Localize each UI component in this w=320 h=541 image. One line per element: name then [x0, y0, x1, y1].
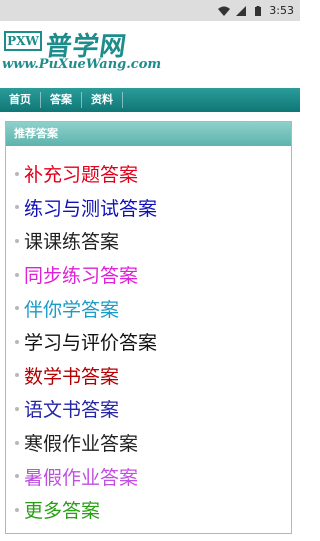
list-item: 暑假作业答案	[6, 459, 291, 493]
main-nav: 首页 答案 资料	[0, 88, 300, 112]
nav-item-materials[interactable]: 资料	[82, 92, 123, 108]
status-bar: 3:53	[0, 0, 300, 21]
list-item: 更多答案	[6, 493, 291, 527]
list-item: 同步练习答案	[6, 258, 291, 292]
list-item: 练习与测试答案	[6, 191, 291, 225]
bullet-icon	[15, 205, 19, 210]
bullet-icon	[15, 406, 19, 411]
list-item: 寒假作业答案	[6, 426, 291, 460]
answer-link[interactable]: 语文书答案	[24, 395, 119, 422]
bullet-icon	[15, 272, 19, 277]
logo-box: PXW	[4, 31, 42, 51]
answer-link[interactable]: 暑假作业答案	[24, 463, 138, 490]
answer-link[interactable]: 数学书答案	[24, 362, 119, 389]
recommended-panel: 推荐答案 补充习题答案 练习与测试答案 课课练答案 同步练习答案 伴你学答案 学…	[5, 121, 292, 534]
bullet-icon	[15, 339, 19, 344]
bullet-icon	[15, 373, 19, 378]
answer-link-list: 补充习题答案 练习与测试答案 课课练答案 同步练习答案 伴你学答案 学习与评价答…	[6, 146, 291, 527]
answer-link[interactable]: 寒假作业答案	[24, 429, 138, 456]
answer-link[interactable]: 同步练习答案	[24, 261, 138, 288]
list-item: 课课练答案	[6, 224, 291, 258]
answer-link[interactable]: 补充习题答案	[24, 160, 138, 187]
list-item: 语文书答案	[6, 392, 291, 426]
nav-item-answers[interactable]: 答案	[41, 92, 82, 108]
panel-title: 推荐答案	[6, 122, 291, 146]
battery-icon	[255, 5, 262, 16]
bullet-icon	[15, 474, 19, 479]
bullet-icon	[15, 507, 19, 512]
wifi-icon	[218, 6, 231, 16]
bullet-icon	[15, 238, 19, 243]
list-item: 数学书答案	[6, 359, 291, 393]
answer-link[interactable]: 课课练答案	[24, 227, 119, 254]
signal-icon	[236, 5, 247, 16]
bullet-icon	[15, 171, 19, 176]
logo-url: www.PuXueWang.com	[2, 57, 162, 72]
answer-link[interactable]: 更多答案	[24, 496, 100, 523]
bullet-icon	[15, 440, 19, 445]
answer-link[interactable]: 伴你学答案	[24, 295, 119, 322]
list-item: 学习与评价答案	[6, 325, 291, 359]
bullet-icon	[15, 306, 19, 311]
list-item: 伴你学答案	[6, 291, 291, 325]
status-time: 3:53	[269, 4, 294, 17]
answer-link[interactable]: 学习与评价答案	[24, 328, 157, 355]
site-logo[interactable]: PXW 普学网 www.PuXueWang.com	[0, 21, 300, 76]
nav-item-home[interactable]: 首页	[0, 92, 41, 108]
list-item: 补充习题答案	[6, 157, 291, 191]
answer-link[interactable]: 练习与测试答案	[24, 194, 157, 221]
